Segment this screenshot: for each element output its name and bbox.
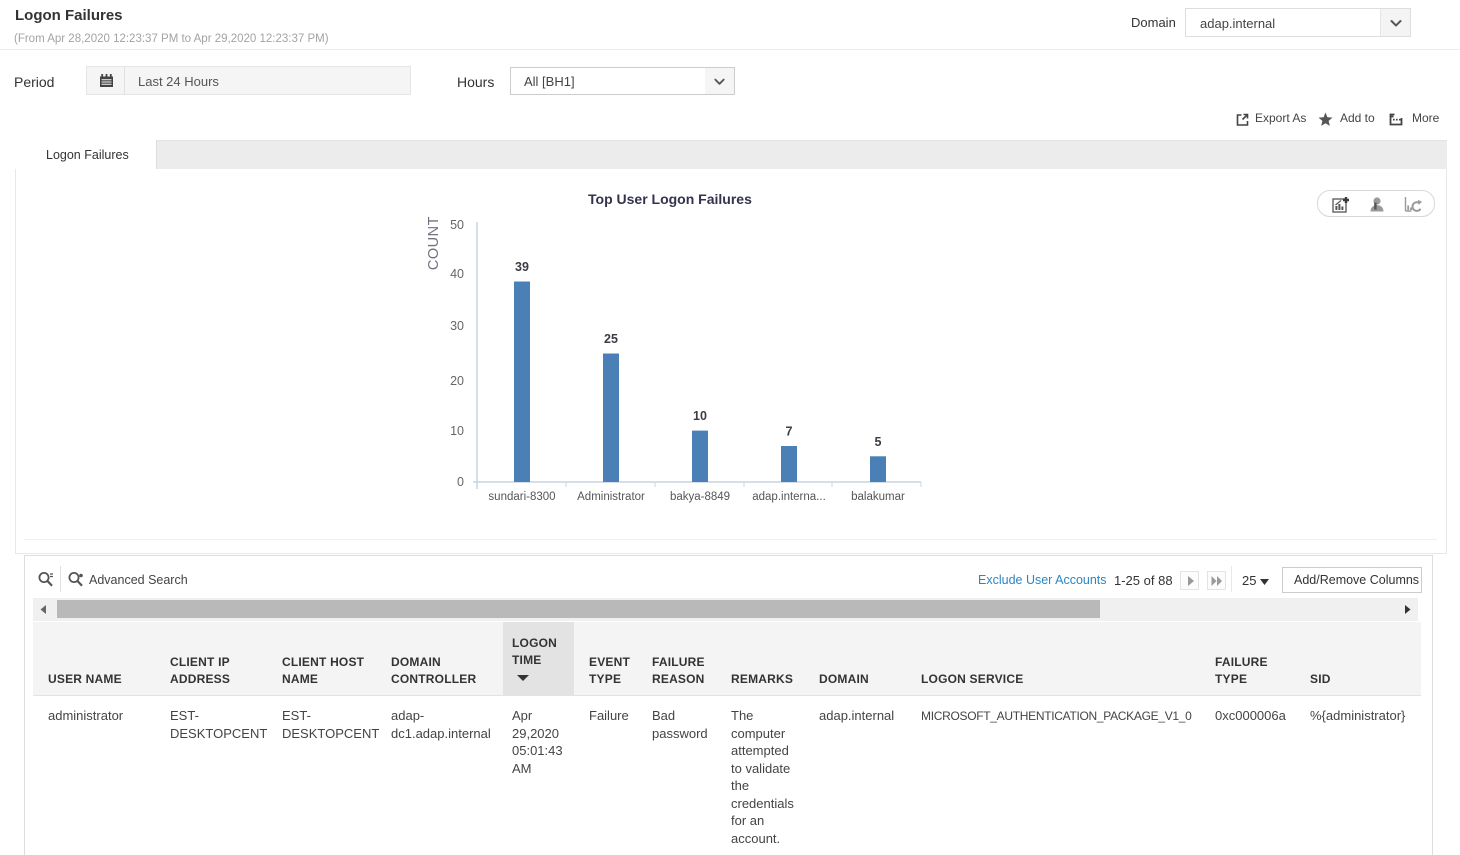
svg-text:7: 7: [786, 425, 793, 439]
svg-text:20: 20: [450, 374, 464, 388]
svg-text:sundari-8300: sundari-8300: [488, 491, 555, 503]
svg-text:40: 40: [450, 267, 464, 281]
svg-text:bakya-8849: bakya-8849: [670, 491, 730, 503]
svg-text:25: 25: [604, 332, 618, 346]
svg-text:adap.interna...: adap.interna...: [752, 491, 826, 503]
svg-text:COUNT: COUNT: [426, 216, 442, 270]
svg-text:balakumar: balakumar: [851, 491, 905, 503]
svg-text:10: 10: [693, 409, 707, 423]
svg-text:10: 10: [450, 424, 464, 438]
svg-text:30: 30: [450, 319, 464, 333]
svg-text:50: 50: [450, 218, 464, 232]
svg-text:39: 39: [515, 260, 529, 274]
svg-text:5: 5: [875, 435, 882, 449]
svg-text:Administrator: Administrator: [577, 491, 645, 503]
svg-text:0: 0: [457, 475, 464, 489]
